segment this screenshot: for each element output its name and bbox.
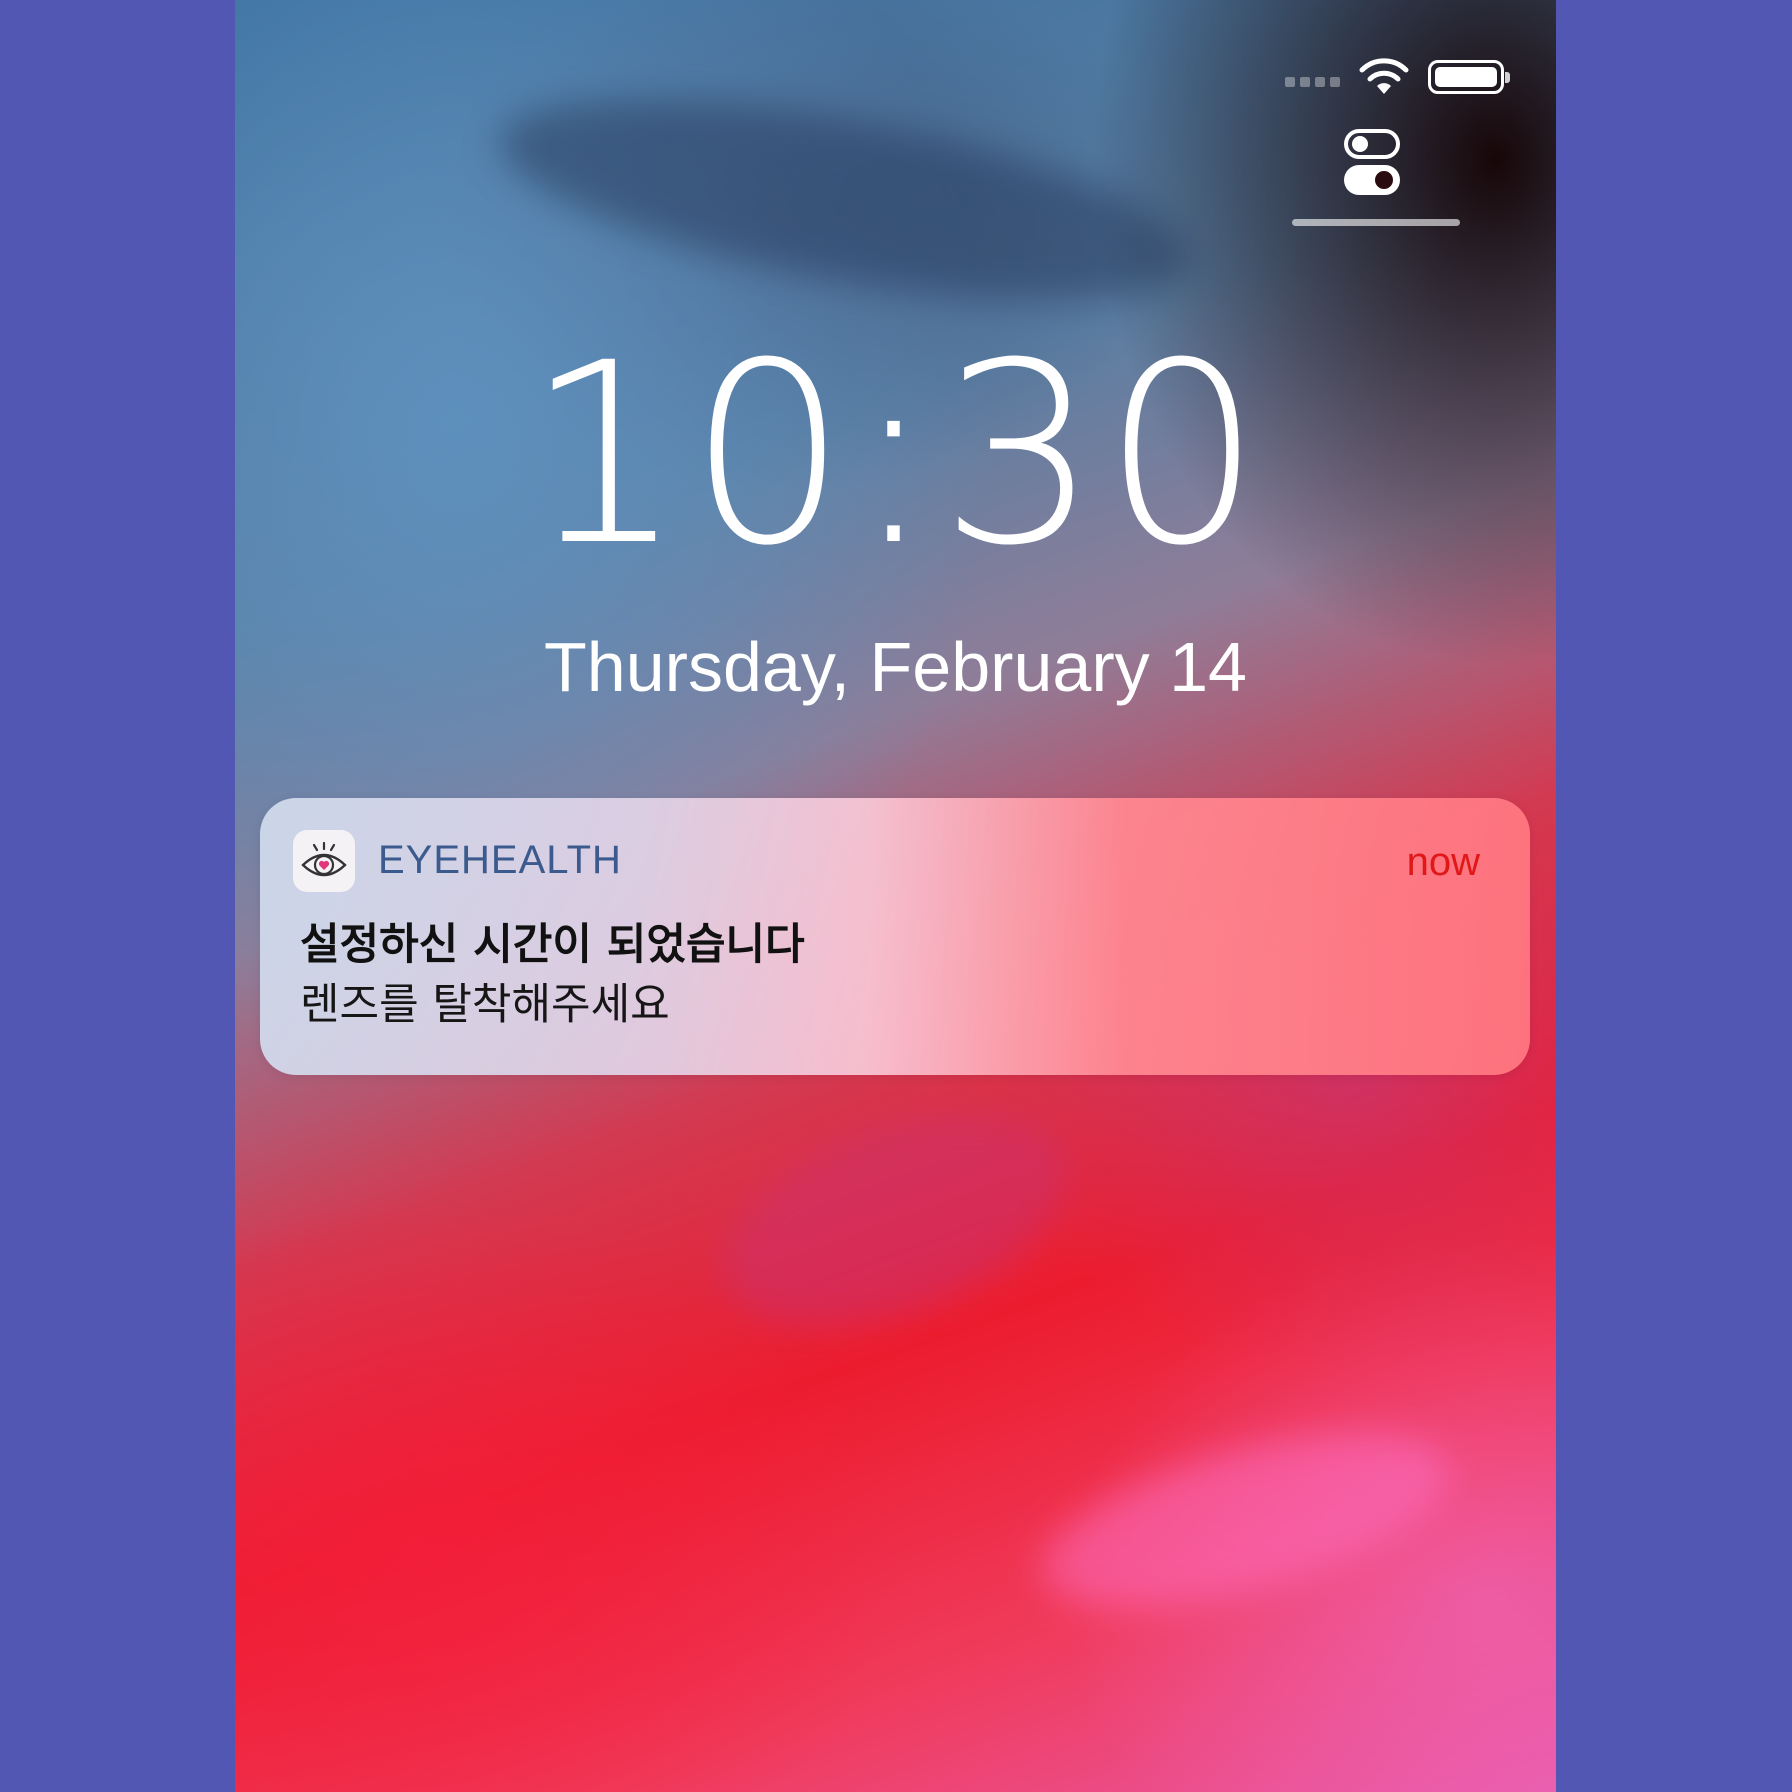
wallpaper-streak — [486, 60, 1204, 340]
cellular-signal-icon — [1285, 77, 1340, 87]
lock-screen-time: 10:30 — [525, 309, 1266, 600]
wifi-icon — [1359, 58, 1409, 94]
battery-fill — [1435, 67, 1497, 87]
status-bar — [1285, 58, 1510, 96]
battery-nub — [1505, 72, 1510, 83]
notification-app-name: EYEHEALTH — [378, 838, 622, 882]
lock-screen-date: Thursday, February 14 — [544, 628, 1247, 706]
wallpaper-streak — [1024, 1398, 1466, 1642]
eye-heart-icon — [293, 830, 355, 892]
toggle-switches-icon[interactable] — [1343, 128, 1401, 196]
lock-screen: 10:30 Thursday, February 14 EYEHEALTH no… — [235, 0, 1556, 1792]
notification-body: 렌즈를 탈착해주세요 — [300, 980, 670, 1030]
control-center-grabber[interactable] — [1292, 219, 1460, 226]
battery-icon — [1428, 60, 1510, 94]
stage: 10:30 Thursday, February 14 EYEHEALTH no… — [0, 0, 1792, 1792]
notification-card[interactable]: EYEHEALTH now 설정하신 시간이 되었습니다 렌즈를 탈착해주세요 — [260, 798, 1530, 1075]
notification-time: now — [1406, 840, 1480, 884]
wallpaper-streak — [695, 1073, 1095, 1367]
notification-title: 설정하신 시간이 되었습니다 — [300, 920, 805, 970]
